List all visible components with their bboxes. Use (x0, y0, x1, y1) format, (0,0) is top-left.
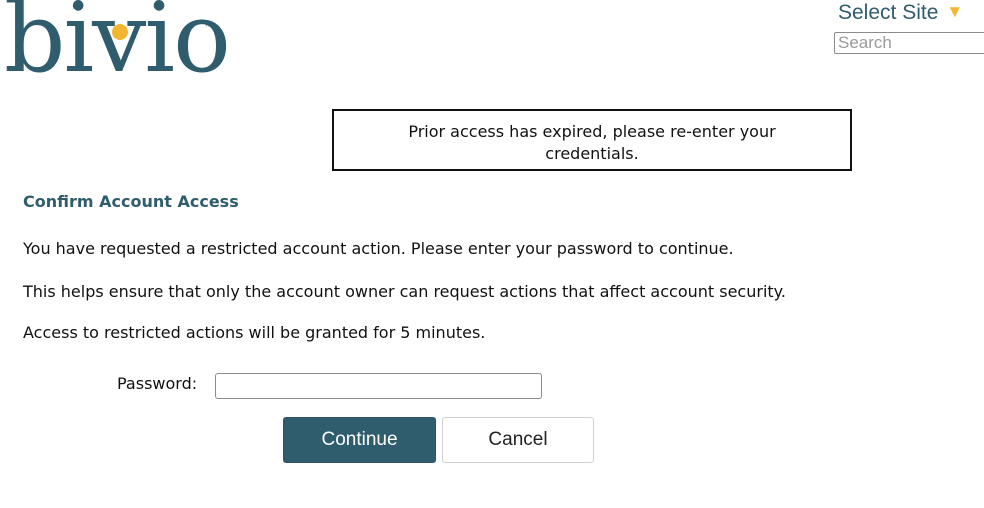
logo-text: bivio (4, 0, 231, 94)
select-site-dropdown[interactable]: Select Site ▼ (838, 1, 963, 25)
search-input[interactable] (834, 32, 984, 54)
alert-box: Prior access has expired, please re-ente… (332, 109, 852, 171)
select-site-label: Select Site (838, 1, 939, 24)
bivio-logo[interactable]: bivio ™ (4, 0, 231, 90)
cancel-button[interactable]: Cancel (442, 417, 594, 463)
logo-trademark: ™ (204, 22, 212, 31)
security-paragraph: This helps ensure that only the account … (23, 282, 786, 301)
password-label: Password: (117, 374, 198, 393)
password-field[interactable] (215, 373, 542, 399)
logo-dot-icon (112, 24, 128, 40)
dropdown-triangle-icon: ▼ (946, 2, 964, 21)
page: bivio ™ Select Site ▼ Prior access has ex… (0, 0, 984, 508)
continue-button[interactable]: Continue (283, 417, 436, 463)
page-title: Confirm Account Access (23, 192, 239, 211)
alert-message: Prior access has expired, please re-ente… (408, 122, 776, 163)
intro-paragraph: You have requested a restricted account … (23, 239, 734, 258)
duration-paragraph: Access to restricted actions will be gra… (23, 323, 486, 342)
